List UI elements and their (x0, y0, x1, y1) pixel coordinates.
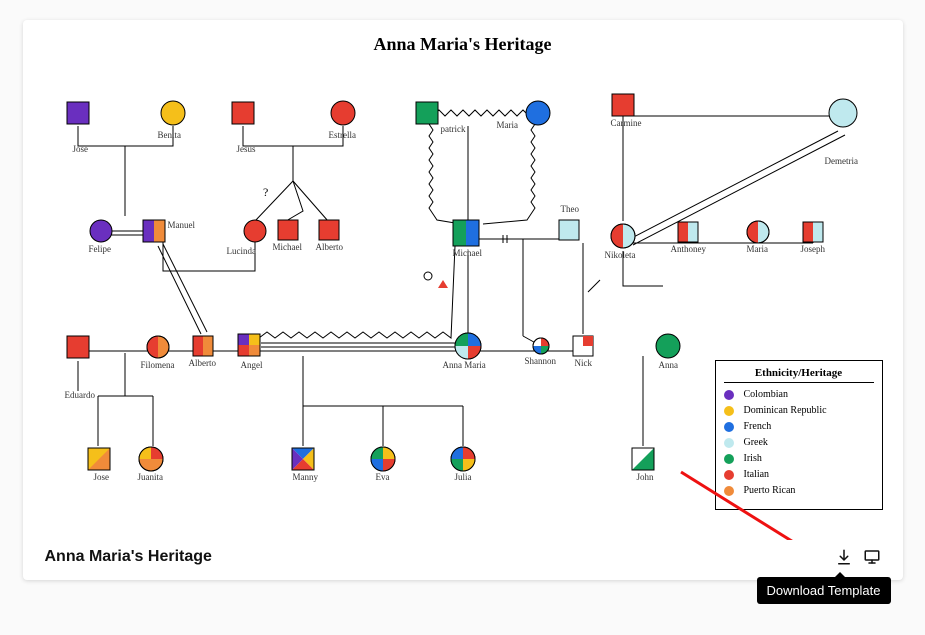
legend-label: Irish (744, 453, 762, 464)
template-title: Anna Maria's Heritage (45, 548, 212, 566)
legend-title: Ethnicity/Heritage (724, 367, 874, 383)
label-nick: Nick (575, 358, 593, 368)
label-carmine: Carmine (611, 118, 642, 128)
label-anna: Anna (659, 360, 679, 370)
legend-label: Puerto Rican (744, 485, 796, 496)
label-julia: Julia (455, 472, 472, 482)
label-eva: Eva (376, 472, 390, 482)
label-demetria: Demetria (825, 156, 858, 166)
template-card: Anna Maria's Heritage (23, 20, 903, 580)
legend-dot (724, 422, 734, 432)
label-john: John (637, 472, 654, 482)
download-tooltip: Download Template (757, 577, 891, 604)
card-footer: Anna Maria's Heritage (23, 540, 903, 570)
label-angel: Angel (241, 360, 263, 370)
label-manny: Manny (293, 472, 319, 482)
desktop-icon[interactable] (863, 548, 881, 566)
genogram-diagram: Anna Maria's Heritage (23, 20, 903, 540)
legend-dot (724, 390, 734, 400)
label-alberto1: Alberto (316, 242, 344, 252)
legend-item: Irish (724, 453, 874, 464)
label-michael2: Michael (453, 248, 483, 258)
legend-dot (724, 406, 734, 416)
legend-dot (724, 454, 734, 464)
label-maria2: Maria (747, 244, 769, 254)
legend-item: Colombian (724, 389, 874, 400)
label-jose2: Jose (94, 472, 110, 482)
label-anthoney: Anthoney (671, 244, 707, 254)
legend-item: Dominican Republic (724, 405, 874, 416)
label-lucinda: Lucinda (227, 246, 257, 256)
label-patrick: patrick (441, 124, 466, 134)
label-alberto2: Alberto (189, 358, 217, 368)
legend-dot (724, 438, 734, 448)
label-juanita: Juanita (138, 472, 164, 482)
label-theo: Theo (561, 204, 580, 214)
legend-label: Dominican Republic (744, 405, 827, 416)
label-manuel: Manuel (168, 220, 196, 230)
legend-item: Italian (724, 469, 874, 480)
legend-label: Italian (744, 469, 770, 480)
legend-item: French (724, 421, 874, 432)
label-jesus: Jesus (237, 144, 256, 154)
label-joseph: Joseph (801, 244, 826, 254)
legend: Ethnicity/Heritage Colombian Dominican Re… (715, 360, 883, 510)
legend-label: Colombian (744, 389, 788, 400)
legend-label: Greek (744, 437, 768, 448)
label-anna-maria: Anna Maria (443, 360, 486, 370)
label-benita: Benita (158, 130, 182, 140)
legend-dot (724, 486, 734, 496)
legend-dot (724, 470, 734, 480)
legend-label: French (744, 421, 772, 432)
download-icon[interactable] (835, 548, 853, 566)
label-eduardo: Eduardo (65, 390, 96, 400)
legend-item: Puerto Rican (724, 485, 874, 496)
legend-item: Greek (724, 437, 874, 448)
label-filomena: Filomena (141, 360, 175, 370)
label-felipe: Felipe (89, 244, 112, 254)
svg-text:?: ? (263, 185, 268, 199)
label-nikoleta: Nikoleta (605, 250, 636, 260)
label-maria: Maria (497, 120, 519, 130)
label-estrella: Estrella (329, 130, 357, 140)
label-jose1: Jose (73, 144, 89, 154)
label-shannon: Shannon (525, 356, 557, 366)
label-michael1: Michael (273, 242, 303, 252)
